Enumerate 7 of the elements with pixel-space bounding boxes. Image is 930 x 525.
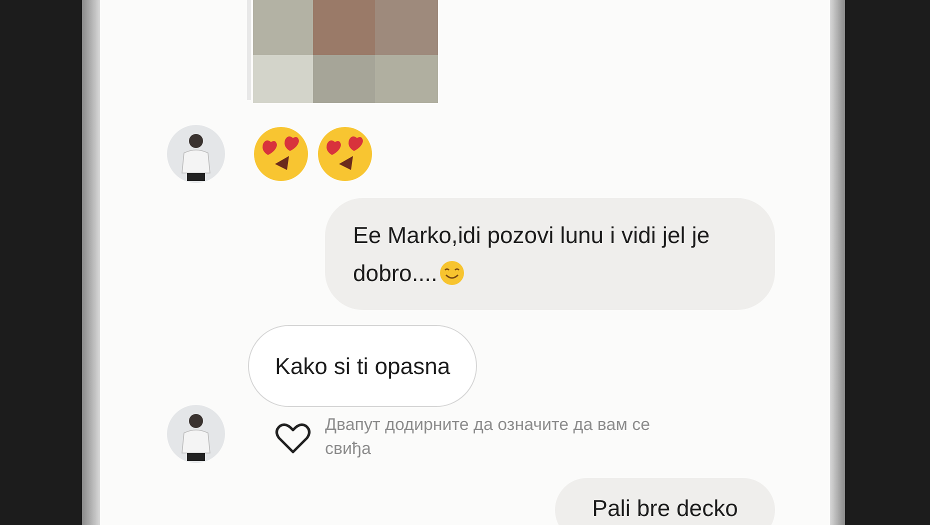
heart-eyes-emoji-icon [253,126,309,182]
message-text: Ee Marko,idi pozovi lunu i vidi jel je dobro.... [353,221,711,288]
message-text: Pali bre decko [591,494,739,522]
heart-eyes-emoji-icon [317,126,373,182]
like-hint-text: Двапут додирните да означите да вам се свиђа [325,414,652,460]
message-text: Kako si ti opasna [275,352,450,381]
heart-icon[interactable] [275,422,311,454]
